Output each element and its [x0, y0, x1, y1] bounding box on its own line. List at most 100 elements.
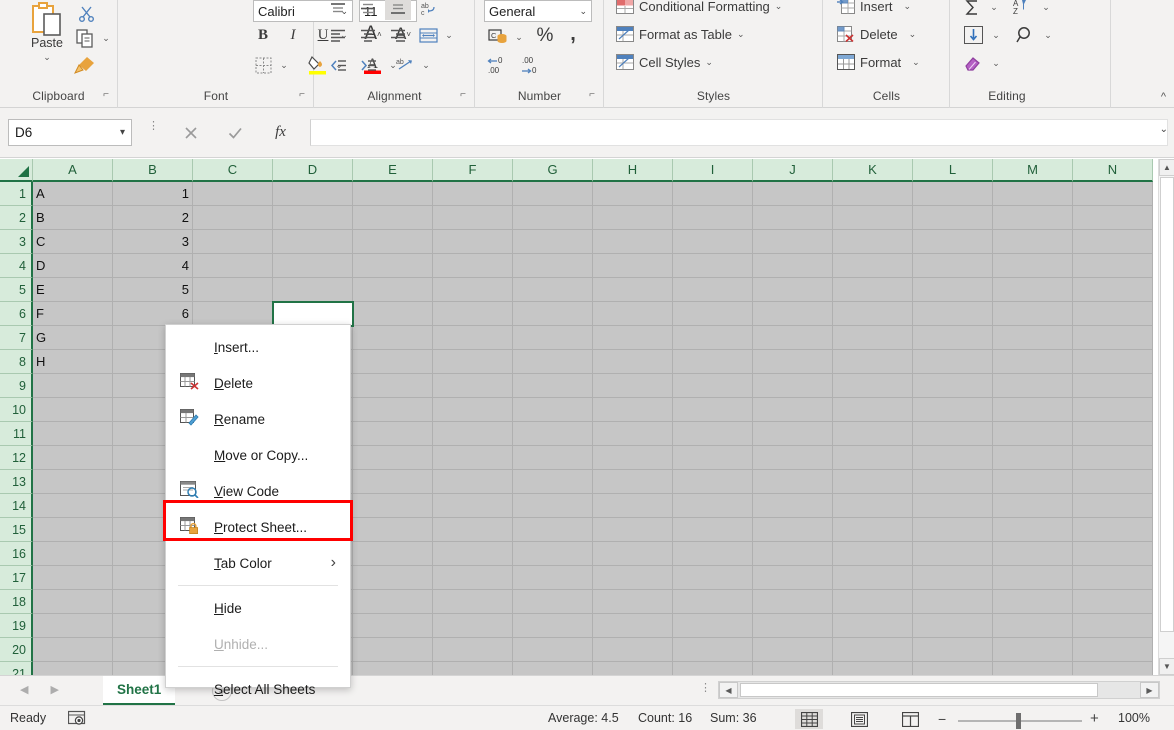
cell-A10[interactable] — [33, 398, 113, 422]
cell-F17[interactable] — [433, 566, 513, 590]
cell-K16[interactable] — [833, 542, 913, 566]
cell-K14[interactable] — [833, 494, 913, 518]
cell-D4[interactable] — [273, 254, 353, 278]
context-menu-item-view-code[interactable]: View Code — [166, 473, 350, 509]
cell-J9[interactable] — [753, 374, 833, 398]
chevron-down-icon[interactable]: ⌄ — [909, 29, 917, 40]
cell-H4[interactable] — [593, 254, 673, 278]
record-macro-button[interactable] — [67, 710, 88, 727]
cell-A1[interactable]: A — [33, 182, 113, 206]
align-center-button[interactable] — [355, 22, 381, 48]
cell-J8[interactable] — [753, 350, 833, 374]
zoom-out-button[interactable]: − — [938, 711, 946, 727]
cell-M11[interactable] — [993, 422, 1073, 446]
cell-K15[interactable] — [833, 518, 913, 542]
cell-E17[interactable] — [353, 566, 433, 590]
cell-I14[interactable] — [673, 494, 753, 518]
cell-I12[interactable] — [673, 446, 753, 470]
cell-G9[interactable] — [513, 374, 593, 398]
cell-N21[interactable] — [1073, 662, 1153, 675]
cell-N18[interactable] — [1073, 590, 1153, 614]
cell-L18[interactable] — [913, 590, 993, 614]
cell-I4[interactable] — [673, 254, 753, 278]
cell-N6[interactable] — [1073, 302, 1153, 326]
cell-M1[interactable] — [993, 182, 1073, 206]
cell-E7[interactable] — [353, 326, 433, 350]
cell-N7[interactable] — [1073, 326, 1153, 350]
cell-G2[interactable] — [513, 206, 593, 230]
cell-F16[interactable] — [433, 542, 513, 566]
paste-dropdown-chevron[interactable]: ⌄ — [18, 52, 76, 63]
clear-button[interactable] — [959, 50, 987, 76]
cell-L15[interactable] — [913, 518, 993, 542]
cell-A15[interactable] — [33, 518, 113, 542]
cell-L1[interactable] — [913, 182, 993, 206]
cell-G10[interactable] — [513, 398, 593, 422]
cell-F8[interactable] — [433, 350, 513, 374]
wrap-text-button[interactable]: ab — [391, 52, 419, 78]
cell-M9[interactable] — [993, 374, 1073, 398]
cell-B5[interactable]: 5 — [113, 278, 193, 302]
cell-H21[interactable] — [593, 662, 673, 675]
cell-K9[interactable] — [833, 374, 913, 398]
autosum-button[interactable] — [959, 0, 985, 20]
merge-dropdown-chevron[interactable]: ⌄ — [442, 22, 456, 48]
fill-button[interactable] — [959, 22, 987, 48]
context-menu-item-tab-color[interactable]: Tab Color › — [166, 545, 350, 581]
column-header-K[interactable]: K — [833, 159, 913, 182]
context-menu-item-select-all-sheets[interactable]: Select All Sheets — [166, 671, 350, 707]
column-header-D[interactable]: D — [273, 159, 353, 182]
cell-L19[interactable] — [913, 614, 993, 638]
cell-F10[interactable] — [433, 398, 513, 422]
cell-I8[interactable] — [673, 350, 753, 374]
cell-I7[interactable] — [673, 326, 753, 350]
cell-K3[interactable] — [833, 230, 913, 254]
cell-K12[interactable] — [833, 446, 913, 470]
decrease-decimal-button[interactable]: .00 0 — [518, 52, 548, 78]
cell-L6[interactable] — [913, 302, 993, 326]
cell-C6[interactable] — [193, 302, 273, 326]
cell-L20[interactable] — [913, 638, 993, 662]
cell-K21[interactable] — [833, 662, 913, 675]
cell-J12[interactable] — [753, 446, 833, 470]
cell-N5[interactable] — [1073, 278, 1153, 302]
cell-J13[interactable] — [753, 470, 833, 494]
cell-M19[interactable] — [993, 614, 1073, 638]
cell-E9[interactable] — [353, 374, 433, 398]
cell-A20[interactable] — [33, 638, 113, 662]
cell-H11[interactable] — [593, 422, 673, 446]
cell-K7[interactable] — [833, 326, 913, 350]
cell-F11[interactable] — [433, 422, 513, 446]
cell-A17[interactable] — [33, 566, 113, 590]
cell-L9[interactable] — [913, 374, 993, 398]
cell-N1[interactable] — [1073, 182, 1153, 206]
cell-M8[interactable] — [993, 350, 1073, 374]
chevron-down-icon[interactable]: ⌄ — [904, 1, 912, 12]
cell-N12[interactable] — [1073, 446, 1153, 470]
column-header-F[interactable]: F — [433, 159, 513, 182]
copy-button[interactable] — [72, 26, 98, 50]
row-header-12[interactable]: 12 — [0, 446, 33, 470]
cell-E2[interactable] — [353, 206, 433, 230]
cell-M3[interactable] — [993, 230, 1073, 254]
cell-E5[interactable] — [353, 278, 433, 302]
cell-K20[interactable] — [833, 638, 913, 662]
increase-indent-button[interactable] — [355, 52, 381, 78]
cell-B1[interactable]: 1 — [113, 182, 193, 206]
cell-A8[interactable]: H — [33, 350, 113, 374]
cell-J7[interactable] — [753, 326, 833, 350]
cell-J10[interactable] — [753, 398, 833, 422]
cell-B4[interactable]: 4 — [113, 254, 193, 278]
column-header-H[interactable]: H — [593, 159, 673, 182]
insert-cells-button[interactable]: Insert ⌄ — [834, 0, 914, 18]
cell-E20[interactable] — [353, 638, 433, 662]
cell-F21[interactable] — [433, 662, 513, 675]
fill-dropdown-chevron[interactable]: ⌄ — [989, 22, 1003, 48]
cell-D1[interactable] — [273, 182, 353, 206]
context-menu-item-rename[interactable]: Rename — [166, 401, 350, 437]
cell-G5[interactable] — [513, 278, 593, 302]
cell-K5[interactable] — [833, 278, 913, 302]
cell-G13[interactable] — [513, 470, 593, 494]
expand-formula-bar-button[interactable]: ⌄ — [1160, 124, 1168, 135]
decrease-indent-button[interactable] — [325, 52, 351, 78]
